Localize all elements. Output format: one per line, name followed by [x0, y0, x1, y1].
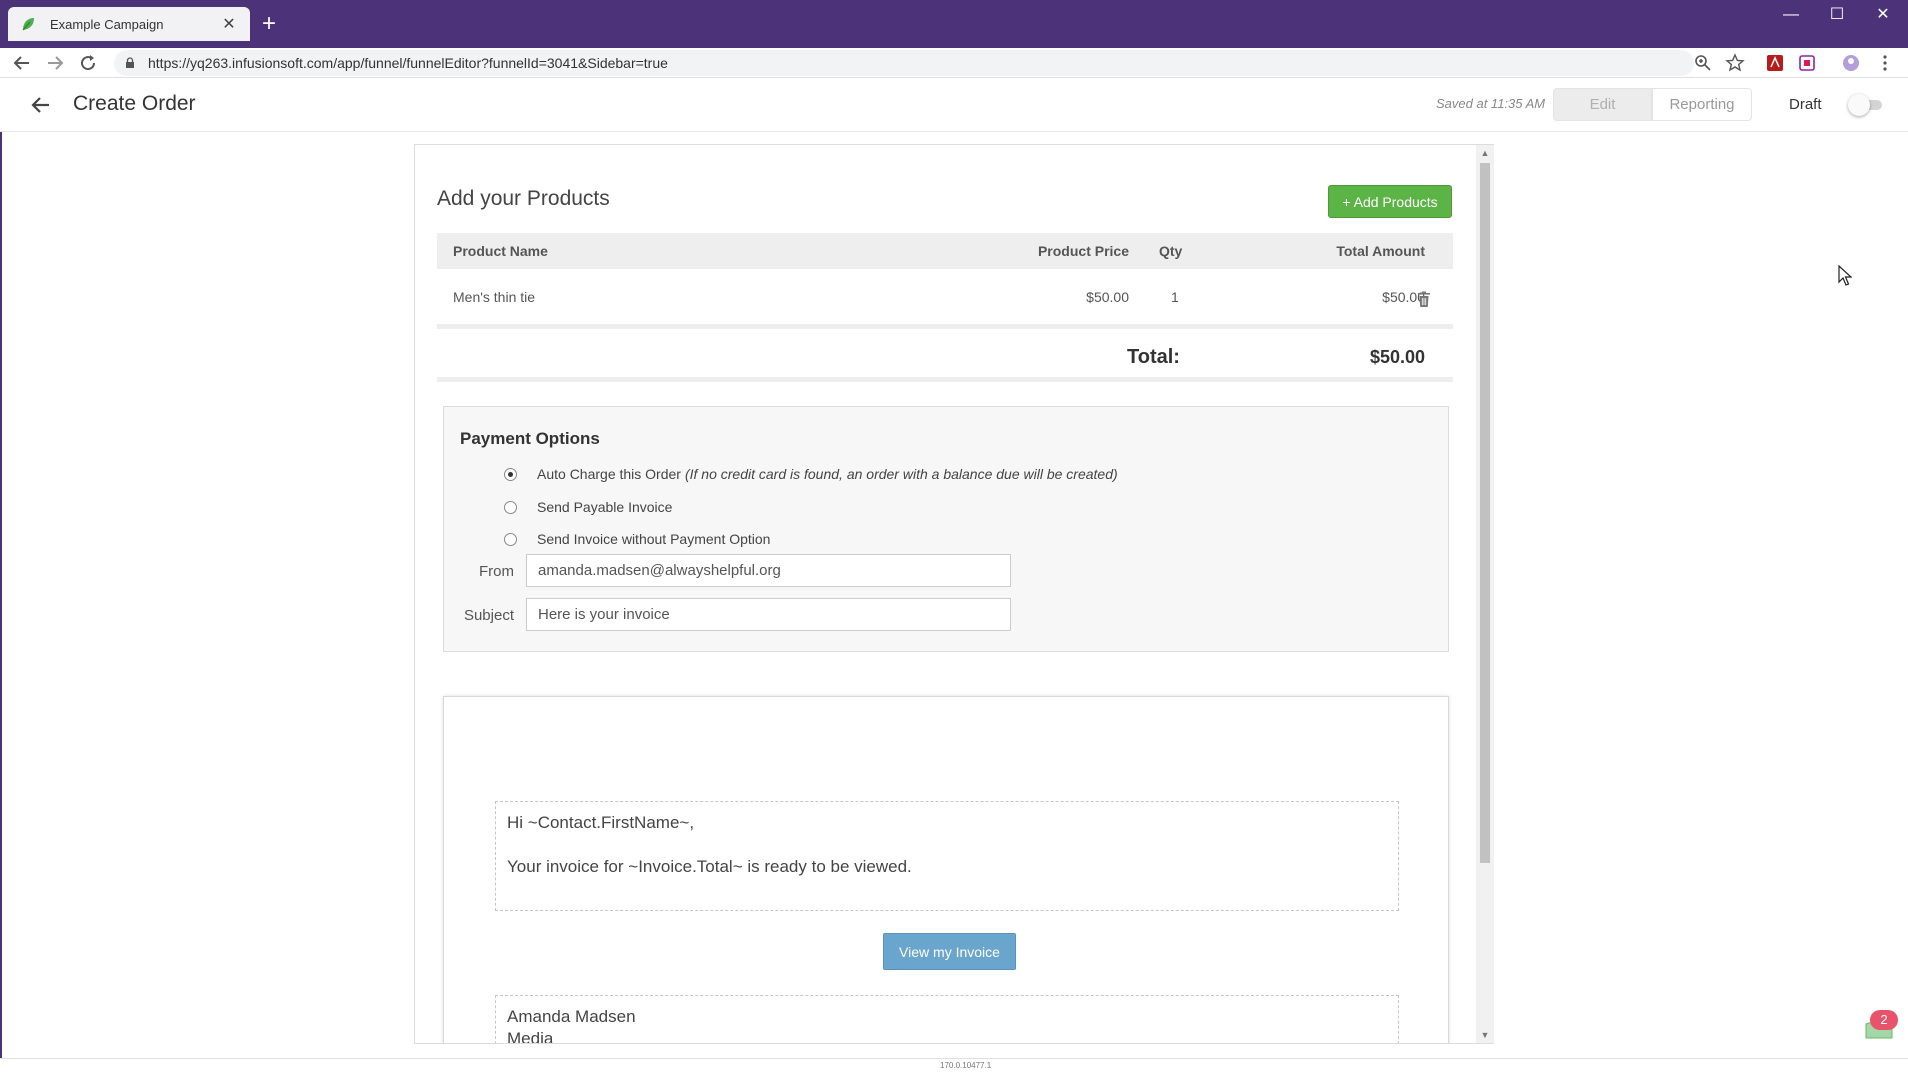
browser-toolbar: https://yq263.infusionsoft.com/app/funne…: [0, 48, 1908, 78]
product-price-cell: $50.00: [1086, 288, 1129, 305]
payment-option-label: Auto Charge this Order: [537, 466, 681, 482]
panel-scrollbar[interactable]: ▲ ▼: [1476, 145, 1494, 1043]
draft-toggle[interactable]: [1848, 94, 1882, 116]
pdf-extension-icon[interactable]: [1765, 53, 1785, 73]
tab-edit[interactable]: Edit: [1553, 88, 1652, 121]
from-label: From: [479, 563, 514, 580]
zoom-icon[interactable]: [1693, 53, 1713, 73]
payment-option-auto-charge[interactable]: Auto Charge this Order (If no credit car…: [504, 466, 1118, 482]
signature-name: Amanda Madsen: [507, 1007, 636, 1026]
new-tab-button[interactable]: +: [262, 10, 276, 38]
product-total-cell: $50.00: [1382, 288, 1425, 305]
total-label: Total:: [1127, 346, 1180, 368]
scroll-thumb[interactable]: [1480, 163, 1490, 863]
arrow-left-icon[interactable]: [10, 51, 34, 75]
payment-option-label: Send Invoice without Payment Option: [537, 531, 771, 547]
tab-reporting[interactable]: Reporting: [1652, 88, 1752, 121]
lock-icon: [126, 57, 134, 68]
status-text: 170.0.10477.1: [940, 1061, 992, 1070]
total-value: $50.00: [1369, 347, 1425, 367]
minimize-button[interactable]: —: [1771, 4, 1811, 26]
payment-option-send-invoice-no-payment[interactable]: Send Invoice without Payment Option: [504, 531, 770, 547]
column-header-total-amount: Total Amount: [1336, 243, 1425, 259]
maximize-button[interactable]: ☐: [1817, 4, 1857, 26]
signature-company: Media: [507, 1029, 554, 1044]
mouse-cursor-icon: [1838, 265, 1852, 286]
chat-notification-badge: 2: [1870, 1010, 1898, 1030]
star-icon[interactable]: [1725, 53, 1745, 73]
subject-field[interactable]: [526, 598, 1011, 631]
draft-label: Draft: [1789, 96, 1822, 113]
email-body-block[interactable]: Hi ~Contact.FirstName~, Your invoice for…: [495, 801, 1399, 911]
saved-status: Saved at 11:35 AM: [1436, 96, 1546, 111]
products-title: Add your Products: [437, 187, 610, 210]
radio-send-invoice-no-payment[interactable]: [504, 532, 517, 546]
table-row: Men's thin tie $50.00 1 $50.00: [437, 269, 1453, 329]
invoice-email-preview: Hi ~Contact.FirstName~, Your invoice for…: [443, 696, 1449, 1044]
payment-options-title: Payment Options: [460, 429, 600, 448]
url-bar[interactable]: https://yq263.infusionsoft.com/app/funne…: [114, 50, 1694, 76]
payment-option-label: Send Payable Invoice: [537, 499, 673, 515]
order-total-row: Total: $50.00: [437, 334, 1453, 382]
payment-options-section: Payment Options Auto Charge this Order (…: [443, 406, 1449, 652]
extension-icon[interactable]: [1797, 53, 1817, 73]
product-qty-cell[interactable]: 1: [1171, 269, 1179, 324]
email-signature-block[interactable]: Amanda Madsen Media: [495, 995, 1399, 1044]
product-name-cell: Men's thin tie: [453, 288, 536, 305]
email-greeting: Hi ~Contact.FirstName~,: [507, 813, 695, 832]
close-window-button[interactable]: ✕: [1863, 4, 1903, 26]
view-invoice-button[interactable]: View my Invoice: [883, 933, 1016, 970]
leaf-icon: [22, 18, 34, 31]
window-frame: [0, 78, 2, 1058]
arrow-right-icon[interactable]: [43, 51, 67, 75]
products-table-header: Product Name Product Price Qty Total Amo…: [437, 233, 1453, 269]
url-text: https://yq263.infusionsoft.com/app/funne…: [148, 55, 668, 71]
payment-option-note: (If no credit card is found, an order wi…: [684, 466, 1118, 482]
from-field[interactable]: [526, 554, 1011, 587]
reload-icon[interactable]: [76, 51, 100, 75]
scroll-down-arrow-icon[interactable]: ▼: [1476, 1027, 1494, 1043]
add-products-button[interactable]: + Add Products: [1328, 185, 1452, 218]
tab-close-icon[interactable]: ✕: [220, 14, 238, 34]
browser-titlebar: Example Campaign ✕ + — ☐ ✕: [0, 0, 1908, 48]
back-arrow-icon[interactable]: [28, 92, 54, 118]
radio-send-payable-invoice[interactable]: [504, 500, 517, 514]
tab-title: Example Campaign: [50, 16, 164, 32]
profile-avatar-icon[interactable]: [1841, 53, 1861, 73]
order-panel: Add your Products + Add Products Product…: [414, 144, 1494, 1044]
column-header-product-name: Product Name: [453, 243, 548, 259]
toggle-knob: [1848, 94, 1870, 116]
trash-icon[interactable]: [1417, 291, 1431, 308]
email-body-text: Your invoice for ~Invoice.Total~ is read…: [507, 857, 912, 876]
column-header-qty: Qty: [1159, 243, 1183, 259]
page-title: Create Order: [73, 92, 196, 115]
browser-menu-icon[interactable]: [1875, 53, 1895, 73]
payment-option-send-payable-invoice[interactable]: Send Payable Invoice: [504, 499, 672, 515]
app-header: Create Order Saved at 11:35 AM Edit Repo…: [0, 78, 1908, 132]
subject-label: Subject: [463, 607, 514, 624]
status-bar: 170.0.10477.1: [0, 1058, 1908, 1072]
browser-tab[interactable]: Example Campaign ✕: [8, 7, 250, 41]
scroll-up-arrow-icon[interactable]: ▲: [1476, 145, 1494, 161]
column-header-product-price: Product Price: [1037, 243, 1129, 259]
radio-auto-charge[interactable]: [504, 467, 517, 481]
